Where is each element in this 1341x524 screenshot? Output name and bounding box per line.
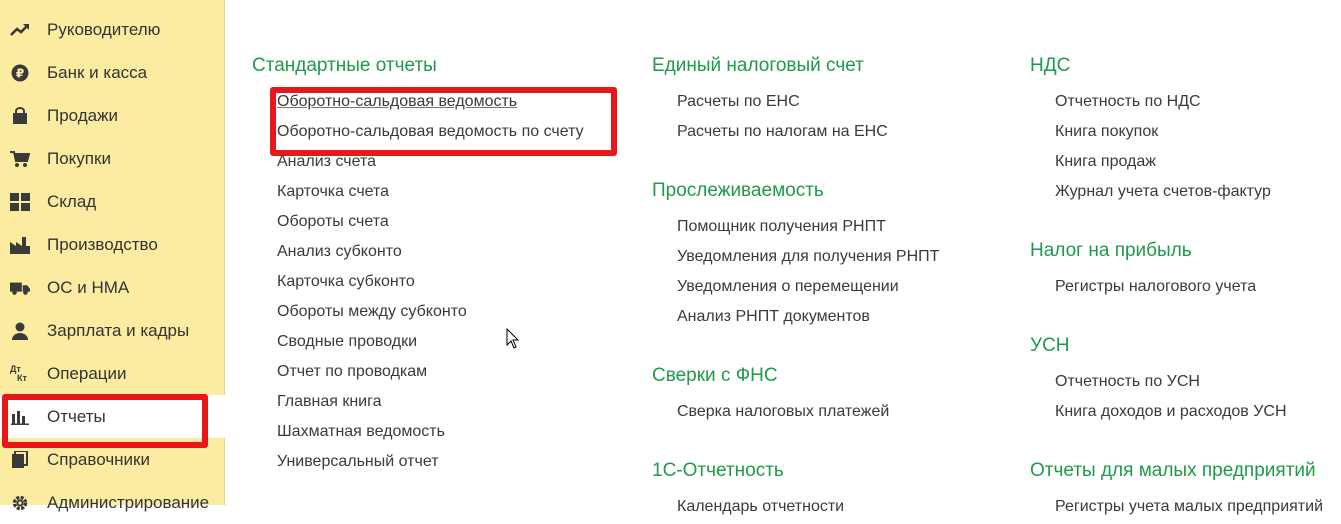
sidebar-item-label: ОС и НМА — [47, 277, 130, 297]
link-purchase-book[interactable]: Книга покупок — [1055, 123, 1158, 141]
sidebar-item-label: Зарплата и кадры — [47, 320, 190, 340]
truck-icon — [10, 278, 30, 298]
mouse-cursor-icon — [506, 327, 520, 355]
sidebar-item-label: Покупки — [47, 148, 111, 168]
kt-label: Кт — [17, 372, 27, 383]
sidebar-item-reports[interactable]: Отчеты — [0, 395, 225, 438]
sidebar-item-label: Производство — [47, 234, 158, 254]
sidebar: Руководителю ₽ Банк и касса Продажи Поку… — [0, 0, 225, 512]
sidebar-item-label: Операции — [47, 363, 127, 383]
link-universal-report[interactable]: Универсальный отчет — [277, 453, 439, 471]
link-vat-reporting[interactable]: Отчетность по НДС — [1055, 93, 1201, 111]
link-usn-reporting[interactable]: Отчетность по УСН — [1055, 373, 1200, 391]
trend-up-icon — [10, 20, 30, 40]
section-title-1c-reporting: 1С-Отчетность — [652, 460, 784, 481]
link-tax-payments-reconciliation[interactable]: Сверка налоговых платежей — [677, 403, 889, 421]
section-title-usn: УСН — [1030, 335, 1070, 356]
link-summary-entries[interactable]: Сводные проводки — [277, 333, 417, 351]
sidebar-item-label: Администрирование — [47, 492, 210, 512]
sidebar-item-salary[interactable]: Зарплата и кадры — [0, 309, 225, 352]
cart-icon — [10, 149, 30, 169]
link-subconto-analysis[interactable]: Анализ субконто — [277, 243, 402, 261]
sidebar-item-operations[interactable]: Дт Кт Операции — [0, 352, 225, 395]
sidebar-item-sales[interactable]: Продажи — [0, 94, 225, 137]
sidebar-item-bank[interactable]: ₽ Банк и касса — [0, 51, 225, 94]
sidebar-item-purchases[interactable]: Покупки — [0, 137, 225, 180]
link-small-business-registers[interactable]: Регистры учета малых предприятий — [1055, 498, 1323, 516]
section-title-vat: НДС — [1030, 55, 1071, 76]
link-rnpt-assistant[interactable]: Помощник получения РНПТ — [677, 218, 886, 236]
sidebar-item-label: Продажи — [47, 105, 118, 125]
link-rnpt-analysis[interactable]: Анализ РНПТ документов — [677, 308, 870, 326]
link-reporting-calendar[interactable]: Календарь отчетности — [677, 498, 844, 516]
sidebar-item-warehouse[interactable]: Склад — [0, 180, 225, 223]
link-sales-book[interactable]: Книга продаж — [1055, 153, 1156, 171]
section-title-tracing: Прослеживаемость — [652, 180, 824, 201]
link-general-ledger[interactable]: Главная книга — [277, 393, 382, 411]
warehouse-grid-icon — [10, 192, 30, 212]
sidebar-item-production[interactable]: Производство — [0, 223, 225, 266]
section-title-fns: Сверки с ФНС — [652, 365, 778, 386]
sidebar-item-directories[interactable]: Справочники — [0, 438, 225, 481]
gear-icon — [10, 493, 30, 513]
section-title-ens: Единый налоговый счет — [652, 55, 864, 76]
link-transfer-notices[interactable]: Уведомления о перемещении — [677, 278, 899, 296]
link-ens-settlements[interactable]: Расчеты по ЕНС — [677, 93, 800, 111]
ruble-coin-icon: ₽ — [10, 63, 30, 83]
link-subconto-card[interactable]: Карточка субконто — [277, 273, 415, 291]
section-title-standard-reports: Стандартные отчеты — [252, 55, 437, 76]
link-chess-statement[interactable]: Шахматная ведомость — [277, 423, 445, 441]
sidebar-item-fixed-assets[interactable]: ОС и НМА — [0, 266, 225, 309]
sidebar-item-administration[interactable]: Администрирование — [0, 481, 225, 524]
link-tax-registers[interactable]: Регистры налогового учета — [1055, 278, 1256, 296]
link-account-turnover[interactable]: Обороты счета — [277, 213, 389, 231]
link-income-expense-book[interactable]: Книга доходов и расходов УСН — [1055, 403, 1287, 421]
link-account-card[interactable]: Карточка счета — [277, 183, 389, 201]
sidebar-item-label: Банк и касса — [47, 62, 148, 82]
sidebar-item-manager[interactable]: Руководителю — [0, 8, 225, 51]
link-subconto-turnover[interactable]: Обороты между субконто — [277, 303, 467, 321]
link-account-analysis[interactable]: Анализ счета — [277, 153, 376, 171]
svg-text:₽: ₽ — [16, 66, 24, 80]
link-invoice-journal[interactable]: Журнал учета счетов-фактур — [1055, 183, 1271, 201]
factory-icon — [10, 235, 30, 255]
sidebar-item-label: Отчеты — [47, 406, 106, 426]
link-osv[interactable]: Оборотно-сальдовая ведомость — [277, 93, 517, 111]
dt-kt-icon: Дт Кт — [10, 364, 30, 384]
bar-chart-icon — [10, 407, 30, 427]
books-icon — [10, 450, 30, 470]
sidebar-item-label: Справочники — [47, 449, 150, 469]
link-rnpt-notices[interactable]: Уведомления для получения РНПТ — [677, 248, 939, 266]
person-icon — [10, 321, 30, 341]
section-title-profit-tax: Налог на прибыль — [1030, 240, 1192, 261]
sidebar-item-label: Руководителю — [47, 19, 161, 39]
link-ens-tax-settlements[interactable]: Расчеты по налогам на ЕНС — [677, 123, 888, 141]
link-osv-by-account[interactable]: Оборотно-сальдовая ведомость по счету — [277, 123, 584, 141]
link-entries-report[interactable]: Отчет по проводкам — [277, 363, 427, 381]
shopping-bag-icon — [10, 106, 30, 126]
sidebar-item-label: Склад — [47, 191, 97, 211]
section-title-small-business: Отчеты для малых предприятий — [1030, 460, 1316, 481]
